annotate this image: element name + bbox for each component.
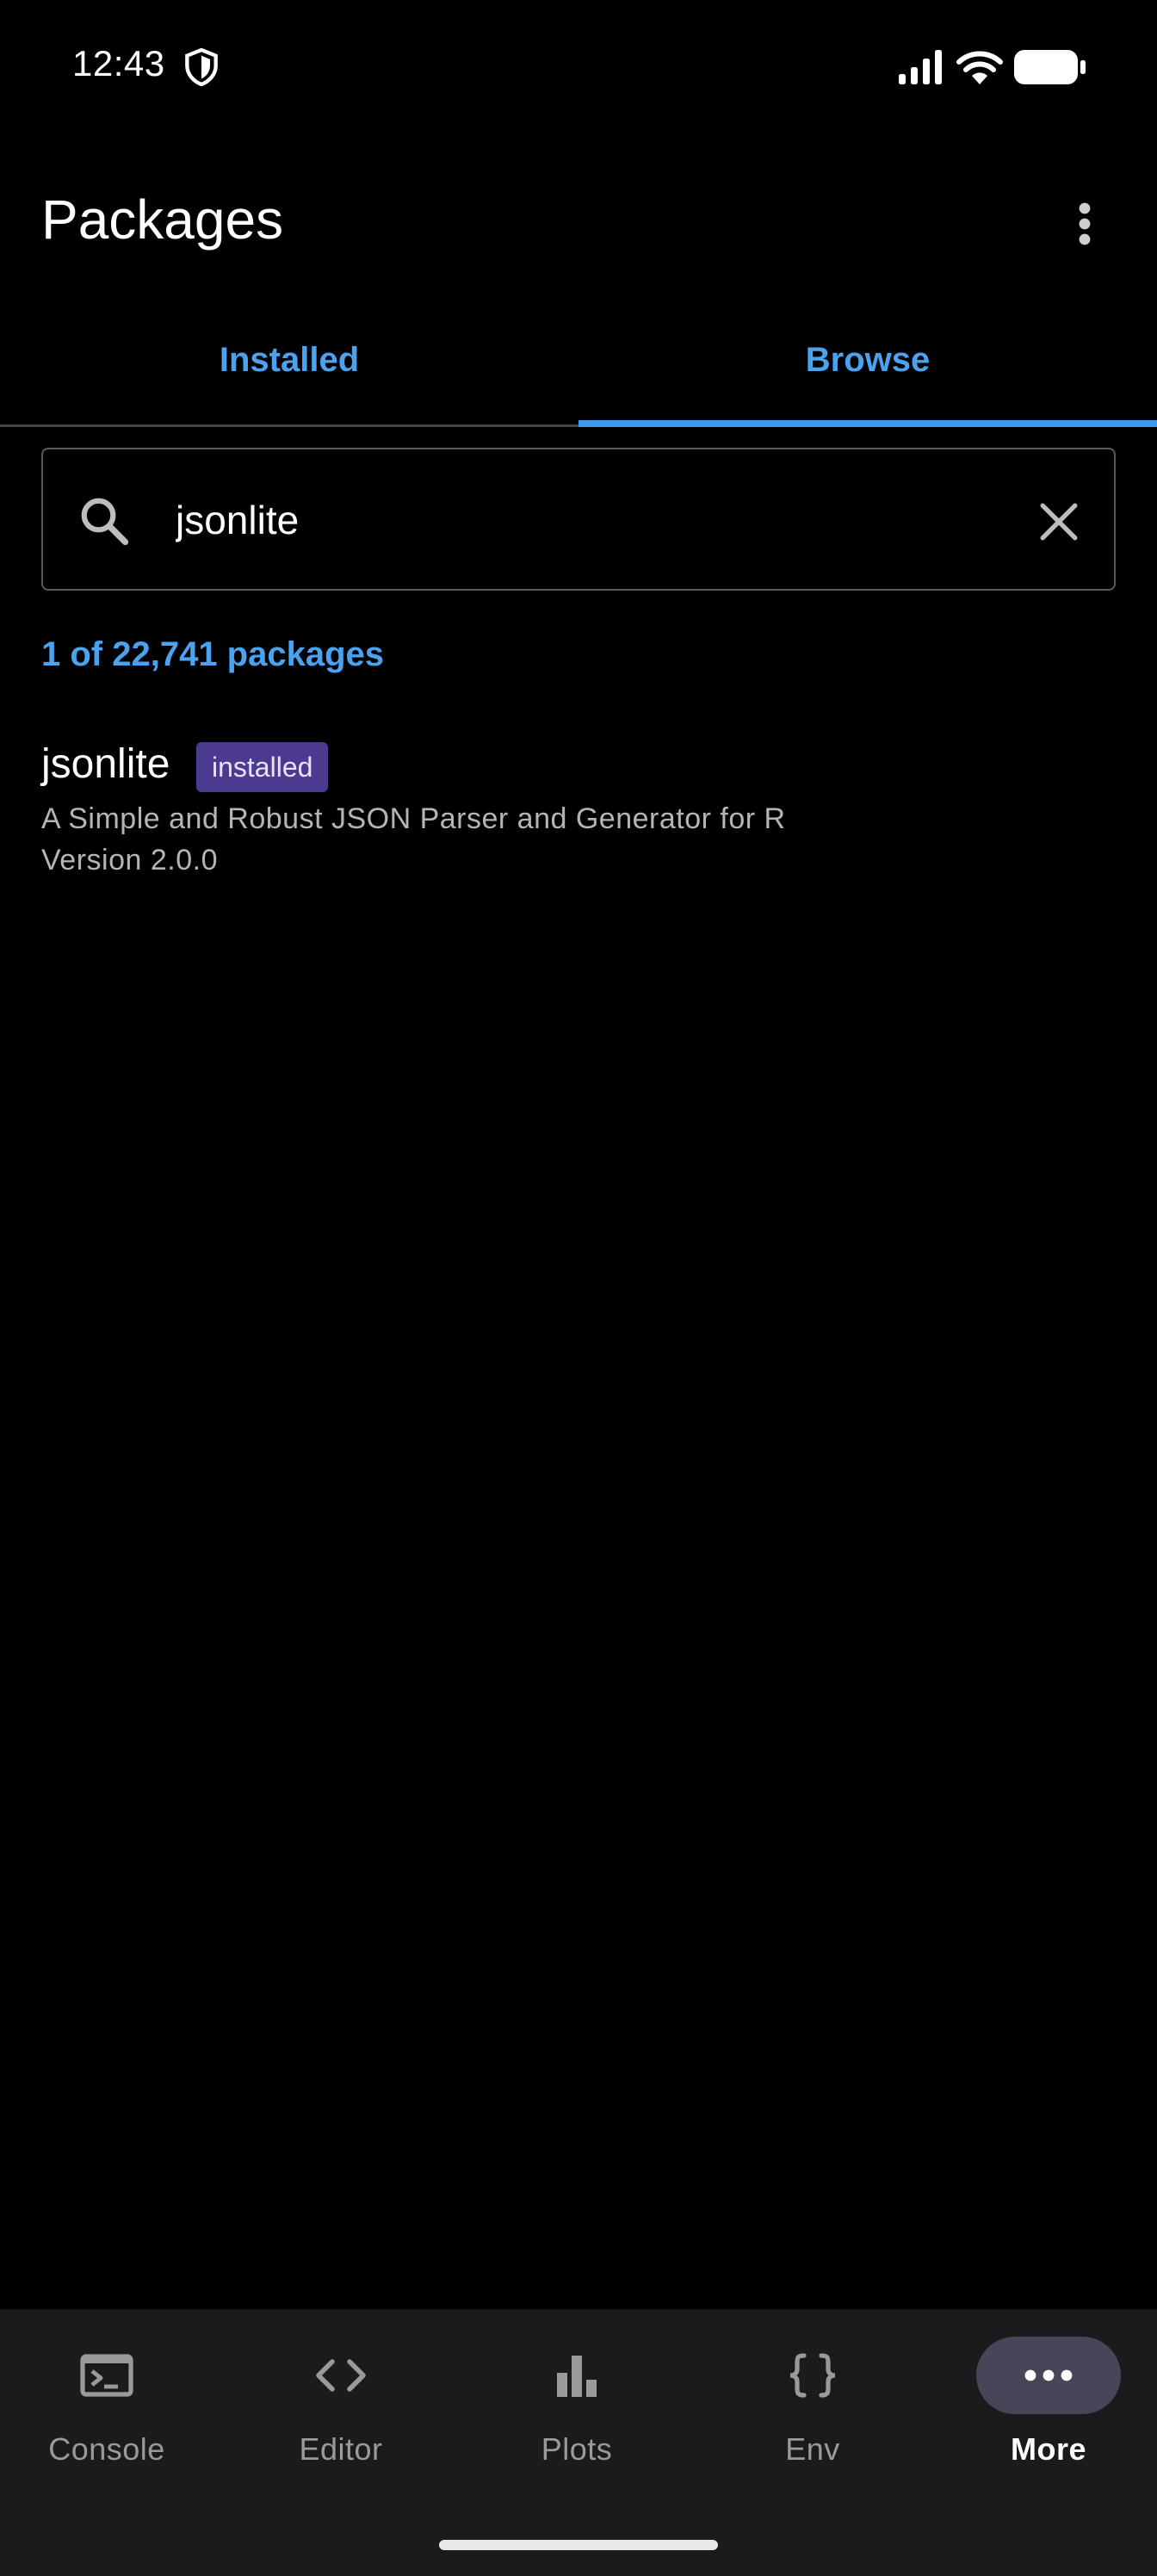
code-icon xyxy=(316,2359,366,2392)
nav-item-plots[interactable]: Plots xyxy=(491,2337,663,2509)
more-vert-icon xyxy=(1079,202,1091,245)
nav-icon-container xyxy=(758,2337,868,2414)
nav-label-console: Console xyxy=(48,2431,165,2467)
braces-icon xyxy=(789,2353,836,2398)
nav-icon-container xyxy=(52,2337,162,2414)
clear-search-button[interactable] xyxy=(1024,487,1093,556)
status-bar: 12:43 xyxy=(0,0,1157,138)
status-time: 12:43 xyxy=(72,43,165,84)
signal-icon xyxy=(899,50,942,84)
package-version: Version 2.0.0 xyxy=(41,844,218,876)
close-icon xyxy=(1040,503,1078,541)
nav-icon-container xyxy=(286,2337,396,2414)
package-name: jsonlite xyxy=(41,741,170,787)
overflow-menu-button[interactable] xyxy=(1050,189,1119,258)
search-input[interactable] xyxy=(176,484,950,556)
bottom-navigation: Console Editor Plots Env More xyxy=(0,2309,1157,2576)
terminal-icon xyxy=(80,2354,133,2397)
nav-label-editor: Editor xyxy=(299,2431,383,2467)
list-item[interactable]: jsonlite installed A Simple and Robust J… xyxy=(41,737,1116,892)
more-horiz-icon xyxy=(1024,2369,1073,2381)
nav-item-editor[interactable]: Editor xyxy=(255,2337,427,2509)
battery-icon xyxy=(1014,50,1086,84)
shield-icon xyxy=(185,48,218,86)
nav-icon-container xyxy=(976,2337,1121,2414)
tab-browse[interactable]: Browse xyxy=(578,310,1157,427)
nav-item-env[interactable]: Env xyxy=(727,2337,899,2509)
nav-label-env: Env xyxy=(785,2431,840,2467)
bar-chart-icon xyxy=(557,2356,597,2397)
nav-label-more: More xyxy=(1010,2431,1086,2467)
search-box xyxy=(41,448,1116,591)
nav-item-console[interactable]: Console xyxy=(21,2337,193,2509)
page-title: Packages xyxy=(41,189,284,251)
tab-bar: Installed Browse xyxy=(0,310,1157,427)
home-indicator[interactable] xyxy=(439,2540,718,2550)
app-bar: Packages xyxy=(0,164,1157,276)
wifi-icon xyxy=(956,51,1003,84)
nav-icon-container xyxy=(522,2337,632,2414)
results-count: 1 of 22,741 packages xyxy=(41,635,385,673)
search-icon xyxy=(81,498,129,546)
nav-item-more[interactable]: More xyxy=(976,2337,1148,2509)
package-description: A Simple and Robust JSON Parser and Gene… xyxy=(41,802,786,835)
tab-indicator xyxy=(578,420,1157,427)
status-badge: installed xyxy=(196,742,329,792)
tab-installed[interactable]: Installed xyxy=(0,310,578,427)
nav-label-plots: Plots xyxy=(541,2431,613,2467)
